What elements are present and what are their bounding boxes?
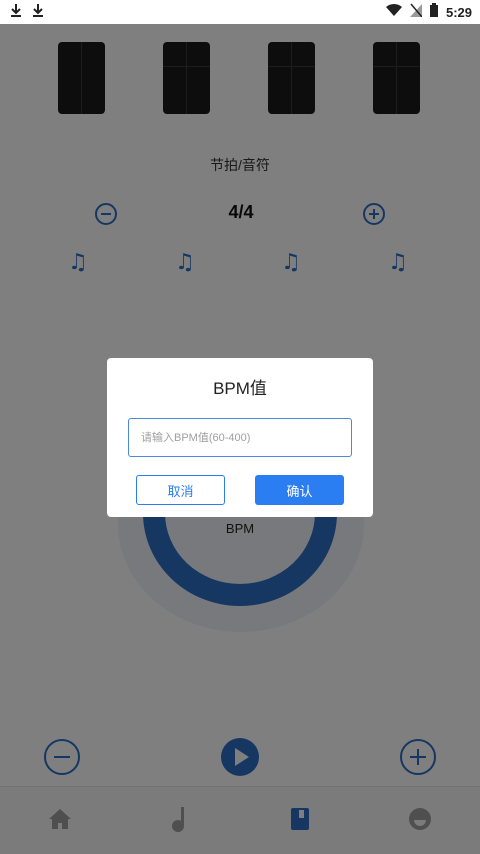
dialog-title: BPM值 (213, 379, 267, 398)
confirm-button[interactable]: 确认 (255, 475, 344, 505)
download-icon (32, 3, 44, 22)
signal-icon (409, 3, 423, 22)
cancel-button[interactable]: 取消 (136, 475, 225, 505)
wifi-icon (385, 3, 402, 22)
status-bar: 5:29 (0, 0, 480, 24)
status-time: 5:29 (445, 5, 472, 20)
download-icon (10, 3, 22, 22)
bpm-input[interactable] (128, 418, 352, 457)
battery-icon (429, 3, 438, 22)
bpm-dialog: BPM值 取消 确认 (107, 358, 373, 517)
